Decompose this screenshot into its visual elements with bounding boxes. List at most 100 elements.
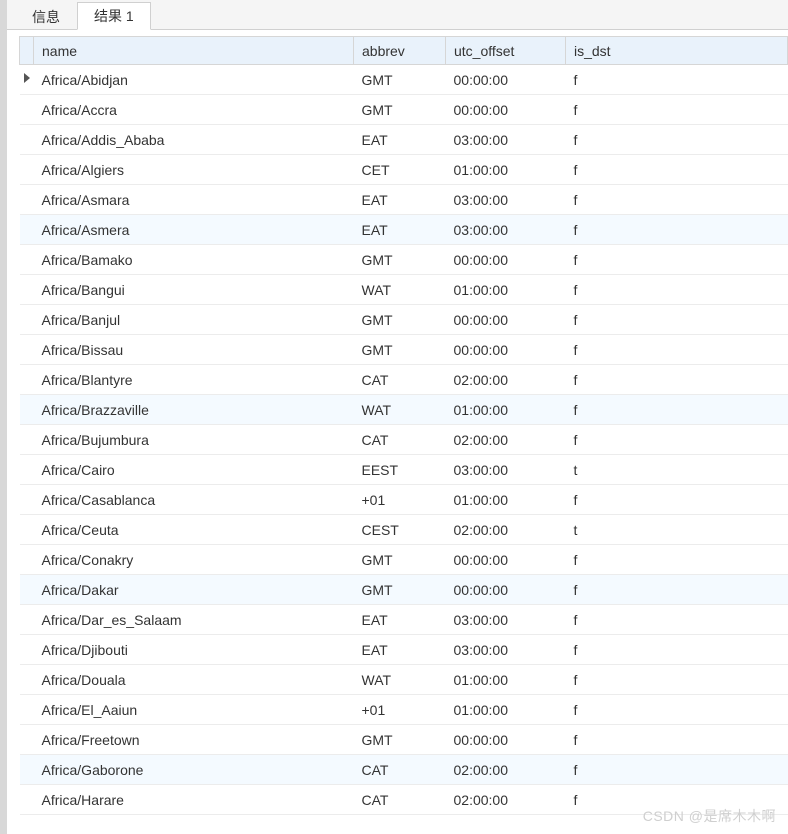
cell-is_dst[interactable]: f <box>566 215 788 245</box>
cell-is_dst[interactable]: f <box>566 155 788 185</box>
cell-name[interactable]: Africa/Cairo <box>34 455 354 485</box>
cell-abbrev[interactable]: +01 <box>354 695 446 725</box>
cell-abbrev[interactable]: EAT <box>354 635 446 665</box>
cell-abbrev[interactable]: WAT <box>354 665 446 695</box>
cell-name[interactable]: Africa/Asmara <box>34 185 354 215</box>
cell-abbrev[interactable]: WAT <box>354 395 446 425</box>
cell-utc_offset[interactable]: 03:00:00 <box>446 635 566 665</box>
cell-utc_offset[interactable]: 02:00:00 <box>446 365 566 395</box>
cell-is_dst[interactable]: f <box>566 275 788 305</box>
cell-utc_offset[interactable]: 02:00:00 <box>446 755 566 785</box>
cell-name[interactable]: Africa/Djibouti <box>34 635 354 665</box>
cell-is_dst[interactable]: f <box>566 335 788 365</box>
cell-utc_offset[interactable]: 00:00:00 <box>446 305 566 335</box>
table-row[interactable]: Africa/Dar_es_SalaamEAT03:00:00f <box>20 605 788 635</box>
cell-is_dst[interactable]: f <box>566 785 788 815</box>
cell-name[interactable]: Africa/Freetown <box>34 725 354 755</box>
cell-is_dst[interactable]: f <box>566 725 788 755</box>
cell-abbrev[interactable]: EAT <box>354 215 446 245</box>
cell-abbrev[interactable]: GMT <box>354 545 446 575</box>
cell-name[interactable]: Africa/Dar_es_Salaam <box>34 605 354 635</box>
cell-is_dst[interactable]: f <box>566 95 788 125</box>
cell-name[interactable]: Africa/Addis_Ababa <box>34 125 354 155</box>
cell-is_dst[interactable]: f <box>566 245 788 275</box>
cell-is_dst[interactable]: f <box>566 425 788 455</box>
cell-name[interactable]: Africa/Casablanca <box>34 485 354 515</box>
cell-utc_offset[interactable]: 02:00:00 <box>446 425 566 455</box>
cell-is_dst[interactable]: f <box>566 65 788 95</box>
cell-utc_offset[interactable]: 01:00:00 <box>446 395 566 425</box>
cell-name[interactable]: Africa/Harare <box>34 785 354 815</box>
cell-name[interactable]: Africa/Algiers <box>34 155 354 185</box>
table-row[interactable]: Africa/CairoEEST03:00:00t <box>20 455 788 485</box>
cell-name[interactable]: Africa/Dakar <box>34 575 354 605</box>
cell-abbrev[interactable]: CAT <box>354 365 446 395</box>
table-row[interactable]: Africa/BamakoGMT00:00:00f <box>20 245 788 275</box>
table-row[interactable]: Africa/DjiboutiEAT03:00:00f <box>20 635 788 665</box>
cell-abbrev[interactable]: EAT <box>354 185 446 215</box>
cell-is_dst[interactable]: f <box>566 305 788 335</box>
table-row[interactable]: Africa/AbidjanGMT00:00:00f <box>20 65 788 95</box>
cell-utc_offset[interactable]: 03:00:00 <box>446 455 566 485</box>
table-row[interactable]: Africa/Addis_AbabaEAT03:00:00f <box>20 125 788 155</box>
cell-name[interactable]: Africa/Asmera <box>34 215 354 245</box>
cell-name[interactable]: Africa/Gaborone <box>34 755 354 785</box>
column-header-is-dst[interactable]: is_dst <box>566 37 788 65</box>
cell-name[interactable]: Africa/Bamako <box>34 245 354 275</box>
cell-abbrev[interactable]: +01 <box>354 485 446 515</box>
table-row[interactable]: Africa/ConakryGMT00:00:00f <box>20 545 788 575</box>
table-row[interactable]: Africa/AccraGMT00:00:00f <box>20 95 788 125</box>
cell-is_dst[interactable]: f <box>566 125 788 155</box>
table-row[interactable]: Africa/BissauGMT00:00:00f <box>20 335 788 365</box>
cell-utc_offset[interactable]: 02:00:00 <box>446 515 566 545</box>
cell-utc_offset[interactable]: 00:00:00 <box>446 575 566 605</box>
cell-abbrev[interactable]: CEST <box>354 515 446 545</box>
cell-is_dst[interactable]: f <box>566 365 788 395</box>
cell-utc_offset[interactable]: 01:00:00 <box>446 155 566 185</box>
cell-utc_offset[interactable]: 00:00:00 <box>446 65 566 95</box>
cell-abbrev[interactable]: GMT <box>354 95 446 125</box>
cell-is_dst[interactable]: f <box>566 575 788 605</box>
column-header-abbrev[interactable]: abbrev <box>354 37 446 65</box>
cell-abbrev[interactable]: GMT <box>354 305 446 335</box>
cell-abbrev[interactable]: CAT <box>354 785 446 815</box>
cell-name[interactable]: Africa/Bissau <box>34 335 354 365</box>
table-row[interactable]: Africa/Casablanca+0101:00:00f <box>20 485 788 515</box>
table-row[interactable]: Africa/BujumburaCAT02:00:00f <box>20 425 788 455</box>
cell-name[interactable]: Africa/Bujumbura <box>34 425 354 455</box>
table-row[interactable]: Africa/FreetownGMT00:00:00f <box>20 725 788 755</box>
cell-is_dst[interactable]: f <box>566 485 788 515</box>
cell-name[interactable]: Africa/Ceuta <box>34 515 354 545</box>
cell-name[interactable]: Africa/Accra <box>34 95 354 125</box>
cell-name[interactable]: Africa/Banjul <box>34 305 354 335</box>
table-row[interactable]: Africa/CeutaCEST02:00:00t <box>20 515 788 545</box>
cell-utc_offset[interactable]: 03:00:00 <box>446 215 566 245</box>
cell-name[interactable]: Africa/Blantyre <box>34 365 354 395</box>
table-row[interactable]: Africa/BrazzavilleWAT01:00:00f <box>20 395 788 425</box>
cell-abbrev[interactable]: GMT <box>354 65 446 95</box>
cell-abbrev[interactable]: CET <box>354 155 446 185</box>
table-row[interactable]: Africa/HarareCAT02:00:00f <box>20 785 788 815</box>
table-row[interactable]: Africa/AlgiersCET01:00:00f <box>20 155 788 185</box>
cell-is_dst[interactable]: f <box>566 695 788 725</box>
cell-abbrev[interactable]: EAT <box>354 605 446 635</box>
cell-utc_offset[interactable]: 00:00:00 <box>446 725 566 755</box>
cell-name[interactable]: Africa/Douala <box>34 665 354 695</box>
cell-name[interactable]: Africa/Conakry <box>34 545 354 575</box>
table-row[interactable]: Africa/BanguiWAT01:00:00f <box>20 275 788 305</box>
cell-is_dst[interactable]: t <box>566 455 788 485</box>
column-header-marker[interactable] <box>20 37 34 65</box>
cell-is_dst[interactable]: f <box>566 605 788 635</box>
cell-utc_offset[interactable]: 01:00:00 <box>446 665 566 695</box>
cell-is_dst[interactable]: f <box>566 665 788 695</box>
cell-name[interactable]: Africa/El_Aaiun <box>34 695 354 725</box>
cell-abbrev[interactable]: CAT <box>354 425 446 455</box>
cell-utc_offset[interactable]: 00:00:00 <box>446 245 566 275</box>
cell-utc_offset[interactable]: 01:00:00 <box>446 695 566 725</box>
cell-utc_offset[interactable]: 01:00:00 <box>446 485 566 515</box>
table-row[interactable]: Africa/GaboroneCAT02:00:00f <box>20 755 788 785</box>
column-header-name[interactable]: name <box>34 37 354 65</box>
cell-utc_offset[interactable]: 00:00:00 <box>446 95 566 125</box>
cell-is_dst[interactable]: f <box>566 185 788 215</box>
cell-abbrev[interactable]: GMT <box>354 575 446 605</box>
